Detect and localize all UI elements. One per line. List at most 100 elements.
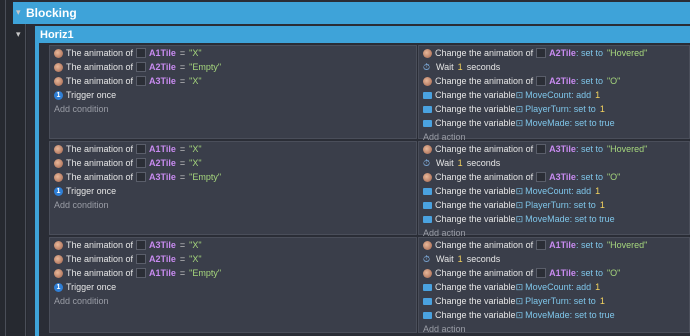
action-row[interactable]: Change the variable ⊡ MoveMade: set to tr…	[419, 212, 689, 226]
object-icon	[536, 172, 547, 182]
variable-name: MoveMade	[525, 214, 570, 224]
operator: =	[179, 268, 186, 278]
condition-row[interactable]: The animation of A2Tile = "Empty"	[50, 60, 416, 74]
action-label: Change the variable	[435, 296, 516, 306]
action-row[interactable]: Change the animation of A3Tile: set to "O"	[419, 170, 689, 184]
action-label: Change the animation of	[435, 172, 534, 182]
action-label: Change the variable	[435, 200, 516, 210]
action-row[interactable]: Change the animation of A2Tile: set to "O"	[419, 74, 689, 88]
conditions-panel[interactable]: The animation of A3Tile = "X" The animation …	[49, 237, 417, 333]
action-row[interactable]: Change the animation of A2Tile: set to "Ho…	[419, 46, 689, 60]
action-row[interactable]: ⏱ Wait 1 seconds	[419, 252, 689, 266]
object-icon	[136, 268, 147, 278]
condition-row[interactable]: 1 Trigger once	[50, 88, 416, 102]
action-row[interactable]: Change the variable ⊡ MoveCount: add 1	[419, 184, 689, 198]
operator: =	[179, 158, 186, 168]
action-row[interactable]: Change the variable ⊡ PlayerTurn: set to 1	[419, 102, 689, 116]
action-operator: : set to	[568, 104, 596, 114]
action-operator: : set to	[575, 76, 603, 86]
object-name: A1Tile	[149, 48, 176, 58]
subgroup-collapse-toggle[interactable]: ▾	[16, 29, 21, 40]
variable-name: MoveMade	[525, 310, 570, 320]
action-operator: : set to	[568, 296, 596, 306]
action-row[interactable]: ⏱ Wait 1 seconds	[419, 60, 689, 74]
condition-label: The animation of	[66, 158, 134, 168]
add-condition-link[interactable]: Add condition	[50, 294, 416, 308]
action-label: Change the variable	[435, 310, 516, 320]
group-title[interactable]: Blocking	[13, 6, 77, 20]
condition-row[interactable]: The animation of A3Tile = "X"	[50, 74, 416, 88]
action-row[interactable]: Change the variable ⊡ MoveMade: set to tr…	[419, 308, 689, 322]
condition-row[interactable]: The animation of A2Tile = "X"	[50, 156, 416, 170]
left-gutter-inner	[13, 22, 27, 336]
animation-icon	[54, 62, 63, 72]
condition-row[interactable]: The animation of A1Tile = "Empty"	[50, 266, 416, 280]
group-header-blocking[interactable]: Blocking	[13, 2, 690, 24]
wait-unit: seconds	[466, 158, 501, 168]
object-name: A1Tile	[549, 240, 576, 250]
variable-name: MoveMade	[525, 118, 570, 128]
string-value: "X"	[189, 254, 202, 264]
condition-row[interactable]: The animation of A3Tile = "Empty"	[50, 170, 416, 184]
add-action-link[interactable]: Add action	[419, 322, 689, 336]
conditions-panel[interactable]: The animation of A1Tile = "X" The animation …	[49, 141, 417, 235]
action-label: Change the animation of	[435, 48, 534, 58]
condition-label: The animation of	[66, 172, 134, 182]
number-value: 1	[599, 296, 605, 306]
object-icon	[136, 76, 147, 86]
action-row[interactable]: Change the variable ⊡ PlayerTurn: set to 1	[419, 198, 689, 212]
add-condition-link[interactable]: Add condition	[50, 198, 416, 212]
add-condition-link[interactable]: Add condition	[50, 102, 416, 116]
object-icon	[536, 240, 547, 250]
action-row[interactable]: Change the animation of A1Tile: set to "Ho…	[419, 238, 689, 252]
actions-panel[interactable]: Change the animation of A1Tile: set to "Ho…	[418, 237, 690, 336]
actions-panel[interactable]: Change the animation of A3Tile: set to "Ho…	[418, 141, 690, 238]
actions-panel[interactable]: Change the animation of A2Tile: set to "Ho…	[418, 45, 690, 142]
action-row[interactable]: Change the variable ⊡ PlayerTurn: set to 1	[419, 294, 689, 308]
variable-icon	[423, 283, 432, 291]
object-icon	[536, 268, 547, 278]
animation-icon	[54, 76, 63, 86]
condition-label: The animation of	[66, 62, 134, 72]
group-collapse-toggle[interactable]: ▾	[16, 7, 21, 18]
gutter-line	[5, 0, 6, 336]
conditions-panel[interactable]: The animation of A1Tile = "X" The animation …	[49, 45, 417, 139]
number-value: 1	[595, 186, 601, 196]
object-icon	[536, 76, 547, 86]
subgroup-title[interactable]: Horiz1	[35, 29, 74, 41]
object-name: A3Tile	[149, 76, 176, 86]
object-name: A3Tile	[549, 144, 576, 154]
condition-row[interactable]: The animation of A1Tile = "X"	[50, 142, 416, 156]
action-label: Change the variable	[435, 186, 516, 196]
number-value: 1	[599, 104, 605, 114]
action-row[interactable]: Change the variable ⊡ MoveMade: set to tr…	[419, 116, 689, 130]
condition-label: The animation of	[66, 240, 134, 250]
action-label: Change the variable	[435, 214, 516, 224]
condition-row[interactable]: 1 Trigger once	[50, 184, 416, 198]
animation-icon	[423, 172, 432, 182]
condition-row[interactable]: The animation of A3Tile = "X"	[50, 238, 416, 252]
condition-row[interactable]: The animation of A2Tile = "X"	[50, 252, 416, 266]
action-row[interactable]: Change the animation of A1Tile: set to "O"	[419, 266, 689, 280]
object-icon	[136, 48, 147, 58]
variable-name: PlayerTurn	[525, 296, 569, 306]
object-icon	[136, 254, 147, 264]
action-row[interactable]: Change the animation of A3Tile: set to "Ho…	[419, 142, 689, 156]
animation-icon	[54, 268, 63, 278]
string-value: "Empty"	[189, 268, 222, 278]
object-icon	[136, 172, 147, 182]
object-name: A1Tile	[149, 144, 176, 154]
action-operator: : set to true	[569, 310, 615, 320]
condition-row[interactable]: 1 Trigger once	[50, 280, 416, 294]
action-row[interactable]: Change the variable ⊡ MoveCount: add 1	[419, 280, 689, 294]
action-label: Wait	[436, 254, 454, 264]
action-row[interactable]: Change the variable ⊡ MoveCount: add 1	[419, 88, 689, 102]
action-row[interactable]: ⏱ Wait 1 seconds	[419, 156, 689, 170]
string-value: "Empty"	[189, 62, 222, 72]
animation-icon	[54, 48, 63, 58]
condition-row[interactable]: The animation of A1Tile = "X"	[50, 46, 416, 60]
variable-icon	[423, 297, 432, 305]
group-header-horiz1[interactable]: Horiz1	[35, 26, 690, 43]
variable-icon	[423, 119, 432, 127]
trigger-once-icon: 1	[54, 282, 63, 292]
